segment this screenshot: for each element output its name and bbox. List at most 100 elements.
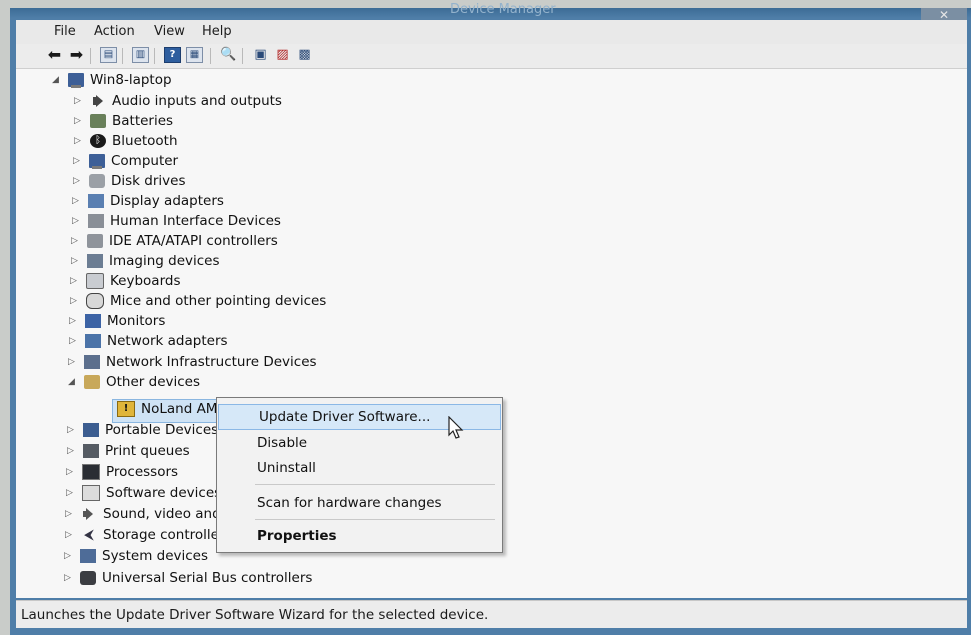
expand-arrow-icon[interactable]: ▷ bbox=[66, 467, 76, 477]
expand-arrow-icon[interactable]: ▷ bbox=[70, 276, 80, 286]
properties-icon[interactable]: ▥ bbox=[132, 47, 149, 63]
tree-item-label: Storage controlle bbox=[103, 527, 219, 543]
help-icon[interactable]: ? bbox=[164, 47, 181, 63]
tree-item-computer[interactable]: ▷ Computer bbox=[73, 153, 178, 173]
tree-item-label: Bluetooth bbox=[112, 133, 178, 149]
expand-arrow-icon[interactable]: ▷ bbox=[67, 446, 77, 456]
tree-item-software-devices[interactable]: ▷ Software devices bbox=[66, 485, 221, 505]
menu-item-label: Uninstall bbox=[257, 460, 316, 476]
menu-view[interactable]: View bbox=[154, 24, 185, 39]
tree-item-network-adapters[interactable]: ▷ Network adapters bbox=[69, 333, 228, 353]
tree-item-audio[interactable]: ▷ Audio inputs and outputs bbox=[74, 93, 282, 113]
computer-icon bbox=[68, 73, 84, 88]
bluetooth-icon: ᛒ bbox=[90, 134, 106, 148]
expand-arrow-icon[interactable]: ▷ bbox=[64, 551, 74, 561]
menu-item-scan-hardware[interactable]: Scan for hardware changes bbox=[217, 491, 500, 515]
expand-arrow-icon[interactable]: ▷ bbox=[74, 116, 84, 126]
tree-item-label: Mice and other pointing devices bbox=[110, 293, 327, 309]
menu-file[interactable]: File bbox=[54, 24, 76, 39]
show-hide-console-tree-icon[interactable]: ▤ bbox=[100, 47, 117, 63]
tree-item-other-devices[interactable]: ◢ Other devices bbox=[68, 374, 200, 394]
tree-item-hid[interactable]: ▷ Human Interface Devices bbox=[72, 213, 281, 233]
menu-action[interactable]: Action bbox=[94, 24, 135, 39]
expand-arrow-icon[interactable]: ▷ bbox=[74, 136, 84, 146]
expand-arrow-icon[interactable]: ▷ bbox=[72, 216, 82, 226]
tree-item-keyboards[interactable]: ▷ Keyboards bbox=[70, 273, 181, 293]
tree-item-batteries[interactable]: ▷ Batteries bbox=[74, 113, 173, 133]
disk-drive-icon bbox=[89, 174, 105, 188]
expand-arrow-icon[interactable]: ▷ bbox=[65, 509, 75, 519]
tree-item-storage-controllers[interactable]: ▷ ⮜ Storage controlle bbox=[65, 527, 219, 547]
speaker-icon bbox=[81, 507, 97, 521]
menu-item-label: Disable bbox=[257, 435, 308, 451]
printer-icon bbox=[83, 444, 99, 458]
expand-arrow-icon[interactable]: ▷ bbox=[64, 573, 74, 583]
collapse-arrow-icon[interactable]: ◢ bbox=[68, 377, 78, 387]
menu-item-properties[interactable]: Properties bbox=[217, 524, 500, 548]
tree-item-usb-controllers[interactable]: ▷ Universal Serial Bus controllers bbox=[64, 570, 312, 590]
network-adapter-icon bbox=[85, 334, 101, 348]
update-driver-icon[interactable]: ▣ bbox=[252, 47, 269, 63]
tree-item-imaging[interactable]: ▷ Imaging devices bbox=[71, 253, 220, 273]
show-hide-action-pane-icon[interactable]: ▦ bbox=[186, 47, 203, 63]
tree-item-processors[interactable]: ▷ Processors bbox=[66, 464, 178, 484]
menu-item-label: Scan for hardware changes bbox=[257, 495, 442, 511]
tree-item-network-infrastructure[interactable]: ▷ Network Infrastructure Devices bbox=[68, 354, 317, 374]
menu-separator bbox=[255, 484, 495, 485]
tree-item-system-devices[interactable]: ▷ System devices bbox=[64, 548, 208, 568]
display-adapter-icon bbox=[88, 194, 104, 208]
menu-help[interactable]: Help bbox=[202, 24, 232, 39]
ide-controller-icon bbox=[87, 234, 103, 248]
expand-arrow-icon[interactable]: ▷ bbox=[69, 336, 79, 346]
forward-arrow-icon[interactable]: ➡ bbox=[68, 47, 85, 63]
disable-device-icon[interactable]: ▨ bbox=[274, 47, 291, 63]
expand-arrow-icon[interactable]: ▷ bbox=[68, 357, 78, 367]
software-device-icon bbox=[82, 485, 100, 501]
speaker-icon bbox=[90, 94, 106, 108]
tree-item-label: Other devices bbox=[106, 374, 200, 390]
expand-arrow-icon[interactable]: ▷ bbox=[71, 236, 81, 246]
tree-item-label: Network adapters bbox=[107, 333, 228, 349]
back-arrow-icon[interactable]: ⬅ bbox=[46, 47, 63, 63]
tree-item-print-queues[interactable]: ▷ Print queues bbox=[67, 443, 190, 463]
expand-arrow-icon[interactable]: ▷ bbox=[73, 176, 83, 186]
hid-icon bbox=[88, 214, 104, 228]
tree-item-label: Imaging devices bbox=[109, 253, 220, 269]
tree-item-label: Disk drives bbox=[111, 173, 186, 189]
tree-item-label: Sound, video and bbox=[103, 506, 221, 522]
mouse-cursor-icon bbox=[448, 416, 464, 439]
tree-item-bluetooth[interactable]: ▷ ᛒ Bluetooth bbox=[74, 133, 178, 153]
window-title: Device Manager bbox=[450, 2, 556, 17]
tree-item-ide[interactable]: ▷ IDE ATA/ATAPI controllers bbox=[71, 233, 278, 253]
uninstall-device-icon[interactable]: ▩ bbox=[296, 47, 313, 63]
collapse-arrow-icon[interactable]: ◢ bbox=[52, 75, 62, 85]
expand-arrow-icon[interactable]: ▷ bbox=[65, 530, 75, 540]
expand-arrow-icon[interactable]: ▷ bbox=[73, 156, 83, 166]
expand-arrow-icon[interactable]: ▷ bbox=[72, 196, 82, 206]
tree-item-portable-devices[interactable]: ▷ Portable Devices bbox=[67, 422, 218, 442]
expand-arrow-icon[interactable]: ▷ bbox=[74, 96, 84, 106]
toolbar-separator bbox=[210, 48, 211, 64]
menu-item-uninstall[interactable]: Uninstall bbox=[217, 456, 500, 480]
tree-item-label: Human Interface Devices bbox=[110, 213, 281, 229]
tree-item-label: Batteries bbox=[112, 113, 174, 129]
expand-arrow-icon[interactable]: ▷ bbox=[70, 296, 80, 306]
expand-arrow-icon[interactable]: ▷ bbox=[71, 256, 81, 266]
tree-item-label: Computer bbox=[111, 153, 179, 169]
expand-arrow-icon[interactable]: ▷ bbox=[67, 425, 77, 435]
tree-root[interactable]: ◢ Win8-laptop bbox=[52, 72, 172, 92]
scan-hardware-icon[interactable]: 🔍 bbox=[220, 47, 237, 63]
battery-icon bbox=[90, 114, 106, 128]
tree-item-sound-video[interactable]: ▷ Sound, video and bbox=[65, 506, 221, 526]
expand-arrow-icon[interactable]: ▷ bbox=[69, 316, 79, 326]
tree-item-monitors[interactable]: ▷ Monitors bbox=[69, 313, 165, 333]
tree-item-mice[interactable]: ▷ Mice and other pointing devices bbox=[70, 293, 326, 313]
tree-root-label: Win8-laptop bbox=[90, 72, 172, 88]
system-device-icon bbox=[80, 549, 96, 563]
toolbar: ⬅ ➡ ▤ ▥ ? ▦ 🔍 ▣ ▨ ▩ bbox=[16, 44, 967, 69]
tree-item-display-adapters[interactable]: ▷ Display adapters bbox=[72, 193, 224, 213]
tree-item-label: Processors bbox=[106, 464, 179, 480]
menu-separator bbox=[255, 519, 495, 520]
expand-arrow-icon[interactable]: ▷ bbox=[66, 488, 76, 498]
tree-item-disk-drives[interactable]: ▷ Disk drives bbox=[73, 173, 186, 193]
